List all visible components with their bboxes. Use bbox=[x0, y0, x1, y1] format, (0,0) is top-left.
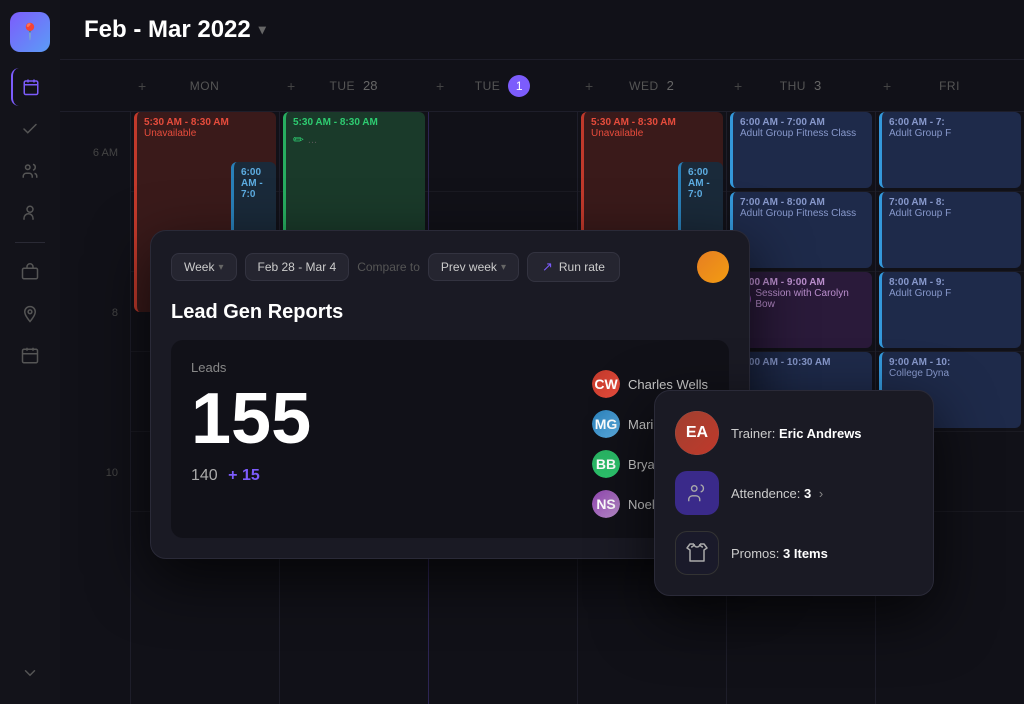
run-rate-button[interactable]: ↗ Run rate bbox=[527, 252, 620, 282]
event-thu-3[interactable]: 8:00 AM - 9:00 AM Session with Carolyn B… bbox=[730, 272, 872, 348]
compare-label: Compare to bbox=[357, 260, 420, 274]
detail-trainer-row: EA Trainer: Eric Andrews bbox=[675, 411, 913, 455]
leads-card: Leads 155 140 + 15 CW Charles Wells bbox=[171, 340, 729, 538]
leads-number: 155 bbox=[191, 383, 572, 455]
avatar: CW bbox=[592, 370, 620, 398]
prev-week-selector[interactable]: Prev week ▾ bbox=[428, 253, 519, 281]
add-thu-icon[interactable]: + bbox=[734, 78, 742, 94]
add-wed-icon[interactable]: + bbox=[585, 78, 593, 94]
day-header-fri: + FRI bbox=[875, 60, 1024, 111]
sidebar-item-shop[interactable] bbox=[11, 253, 49, 291]
attendance-icon bbox=[675, 471, 719, 515]
sidebar-item-calendar[interactable] bbox=[11, 68, 49, 106]
avatar: NS bbox=[592, 490, 620, 518]
sidebar-item-location[interactable] bbox=[11, 295, 49, 333]
sidebar-item-schedule[interactable] bbox=[11, 337, 49, 375]
header: Feb - Mar 2022 ▾ bbox=[60, 0, 1024, 60]
attendance-info: Attendence: 3 › bbox=[731, 486, 823, 501]
leads-delta: 140 + 15 bbox=[191, 467, 572, 485]
event-thu-2[interactable]: 7:00 AM - 8:00 AM Adult Group Fitness Cl… bbox=[730, 192, 872, 268]
sidebar-item-tasks[interactable] bbox=[11, 110, 49, 148]
chevron-down-icon[interactable]: ▾ bbox=[259, 21, 266, 38]
detail-promos-row: Promos: 3 Items bbox=[675, 531, 913, 575]
day-header-mon: + MON bbox=[130, 60, 279, 111]
sidebar-item-contacts[interactable] bbox=[11, 152, 49, 190]
detail-attendance-row: Attendence: 3 › bbox=[675, 471, 913, 515]
day-header-thu: + THU 3 bbox=[726, 60, 875, 111]
promos-icon bbox=[675, 531, 719, 575]
event-fri-2[interactable]: 7:00 AM - 8: Adult Group F bbox=[879, 192, 1021, 268]
time-gutter: 6 AM 8 10 bbox=[60, 112, 130, 704]
trainer-avatar: EA bbox=[675, 411, 719, 455]
week-chevron-icon: ▾ bbox=[218, 262, 223, 273]
header-title: Feb - Mar 2022 ▾ bbox=[84, 16, 266, 44]
day-header-tue1: + TUE 1 bbox=[428, 60, 577, 111]
attendance-arrow-icon[interactable]: › bbox=[819, 486, 823, 501]
report-title: Lead Gen Reports bbox=[171, 301, 729, 324]
week-selector[interactable]: Week ▾ bbox=[171, 253, 237, 281]
day-header-wed: + WED 2 bbox=[577, 60, 726, 111]
sidebar-logo[interactable]: 📍 bbox=[10, 12, 50, 52]
event-fri-1[interactable]: 6:00 AM - 7: Adult Group F bbox=[879, 112, 1021, 188]
date-range-selector[interactable]: Feb 28 - Mar 4 bbox=[245, 253, 350, 281]
day-header-tue28: + TUE 28 bbox=[279, 60, 428, 111]
add-tue1-icon[interactable]: + bbox=[436, 78, 444, 94]
promos-info: Promos: 3 Items bbox=[731, 546, 828, 561]
sidebar-item-profile[interactable] bbox=[11, 194, 49, 232]
add-fri-icon[interactable]: + bbox=[883, 78, 891, 94]
sidebar-item-more[interactable] bbox=[11, 654, 49, 692]
sidebar: 📍 bbox=[0, 0, 60, 704]
day-headers: + MON + TUE 28 + TUE 1 + WED 2 bbox=[60, 60, 1024, 112]
prevweek-chevron-icon: ▾ bbox=[501, 262, 506, 273]
trainer-info: Trainer: Eric Andrews bbox=[731, 426, 862, 441]
main-area: Feb - Mar 2022 ▾ + MON + TUE 28 + TUE 1 bbox=[60, 0, 1024, 704]
trend-icon: ↗ bbox=[542, 259, 553, 275]
add-tue28-icon[interactable]: + bbox=[287, 78, 295, 94]
event-thu-1[interactable]: 6:00 AM - 7:00 AM Adult Group Fitness Cl… bbox=[730, 112, 872, 188]
leads-base: 140 bbox=[191, 467, 218, 484]
add-mon-icon[interactable]: + bbox=[138, 78, 146, 94]
leads-label: Leads bbox=[191, 360, 572, 375]
leads-left: Leads 155 140 + 15 bbox=[191, 360, 572, 485]
report-toolbar: Week ▾ Feb 28 - Mar 4 Compare to Prev we… bbox=[171, 251, 729, 283]
avatar: BB bbox=[592, 450, 620, 478]
sidebar-divider bbox=[15, 242, 45, 243]
avatar: MG bbox=[592, 410, 620, 438]
user-avatar[interactable] bbox=[697, 251, 729, 283]
page-title: Feb - Mar 2022 bbox=[84, 16, 251, 44]
event-fri-3[interactable]: 8:00 AM - 9: Adult Group F bbox=[879, 272, 1021, 348]
detail-popup: EA Trainer: Eric Andrews Attendence: 3 › bbox=[654, 390, 934, 596]
leads-plus: + 15 bbox=[228, 467, 260, 484]
